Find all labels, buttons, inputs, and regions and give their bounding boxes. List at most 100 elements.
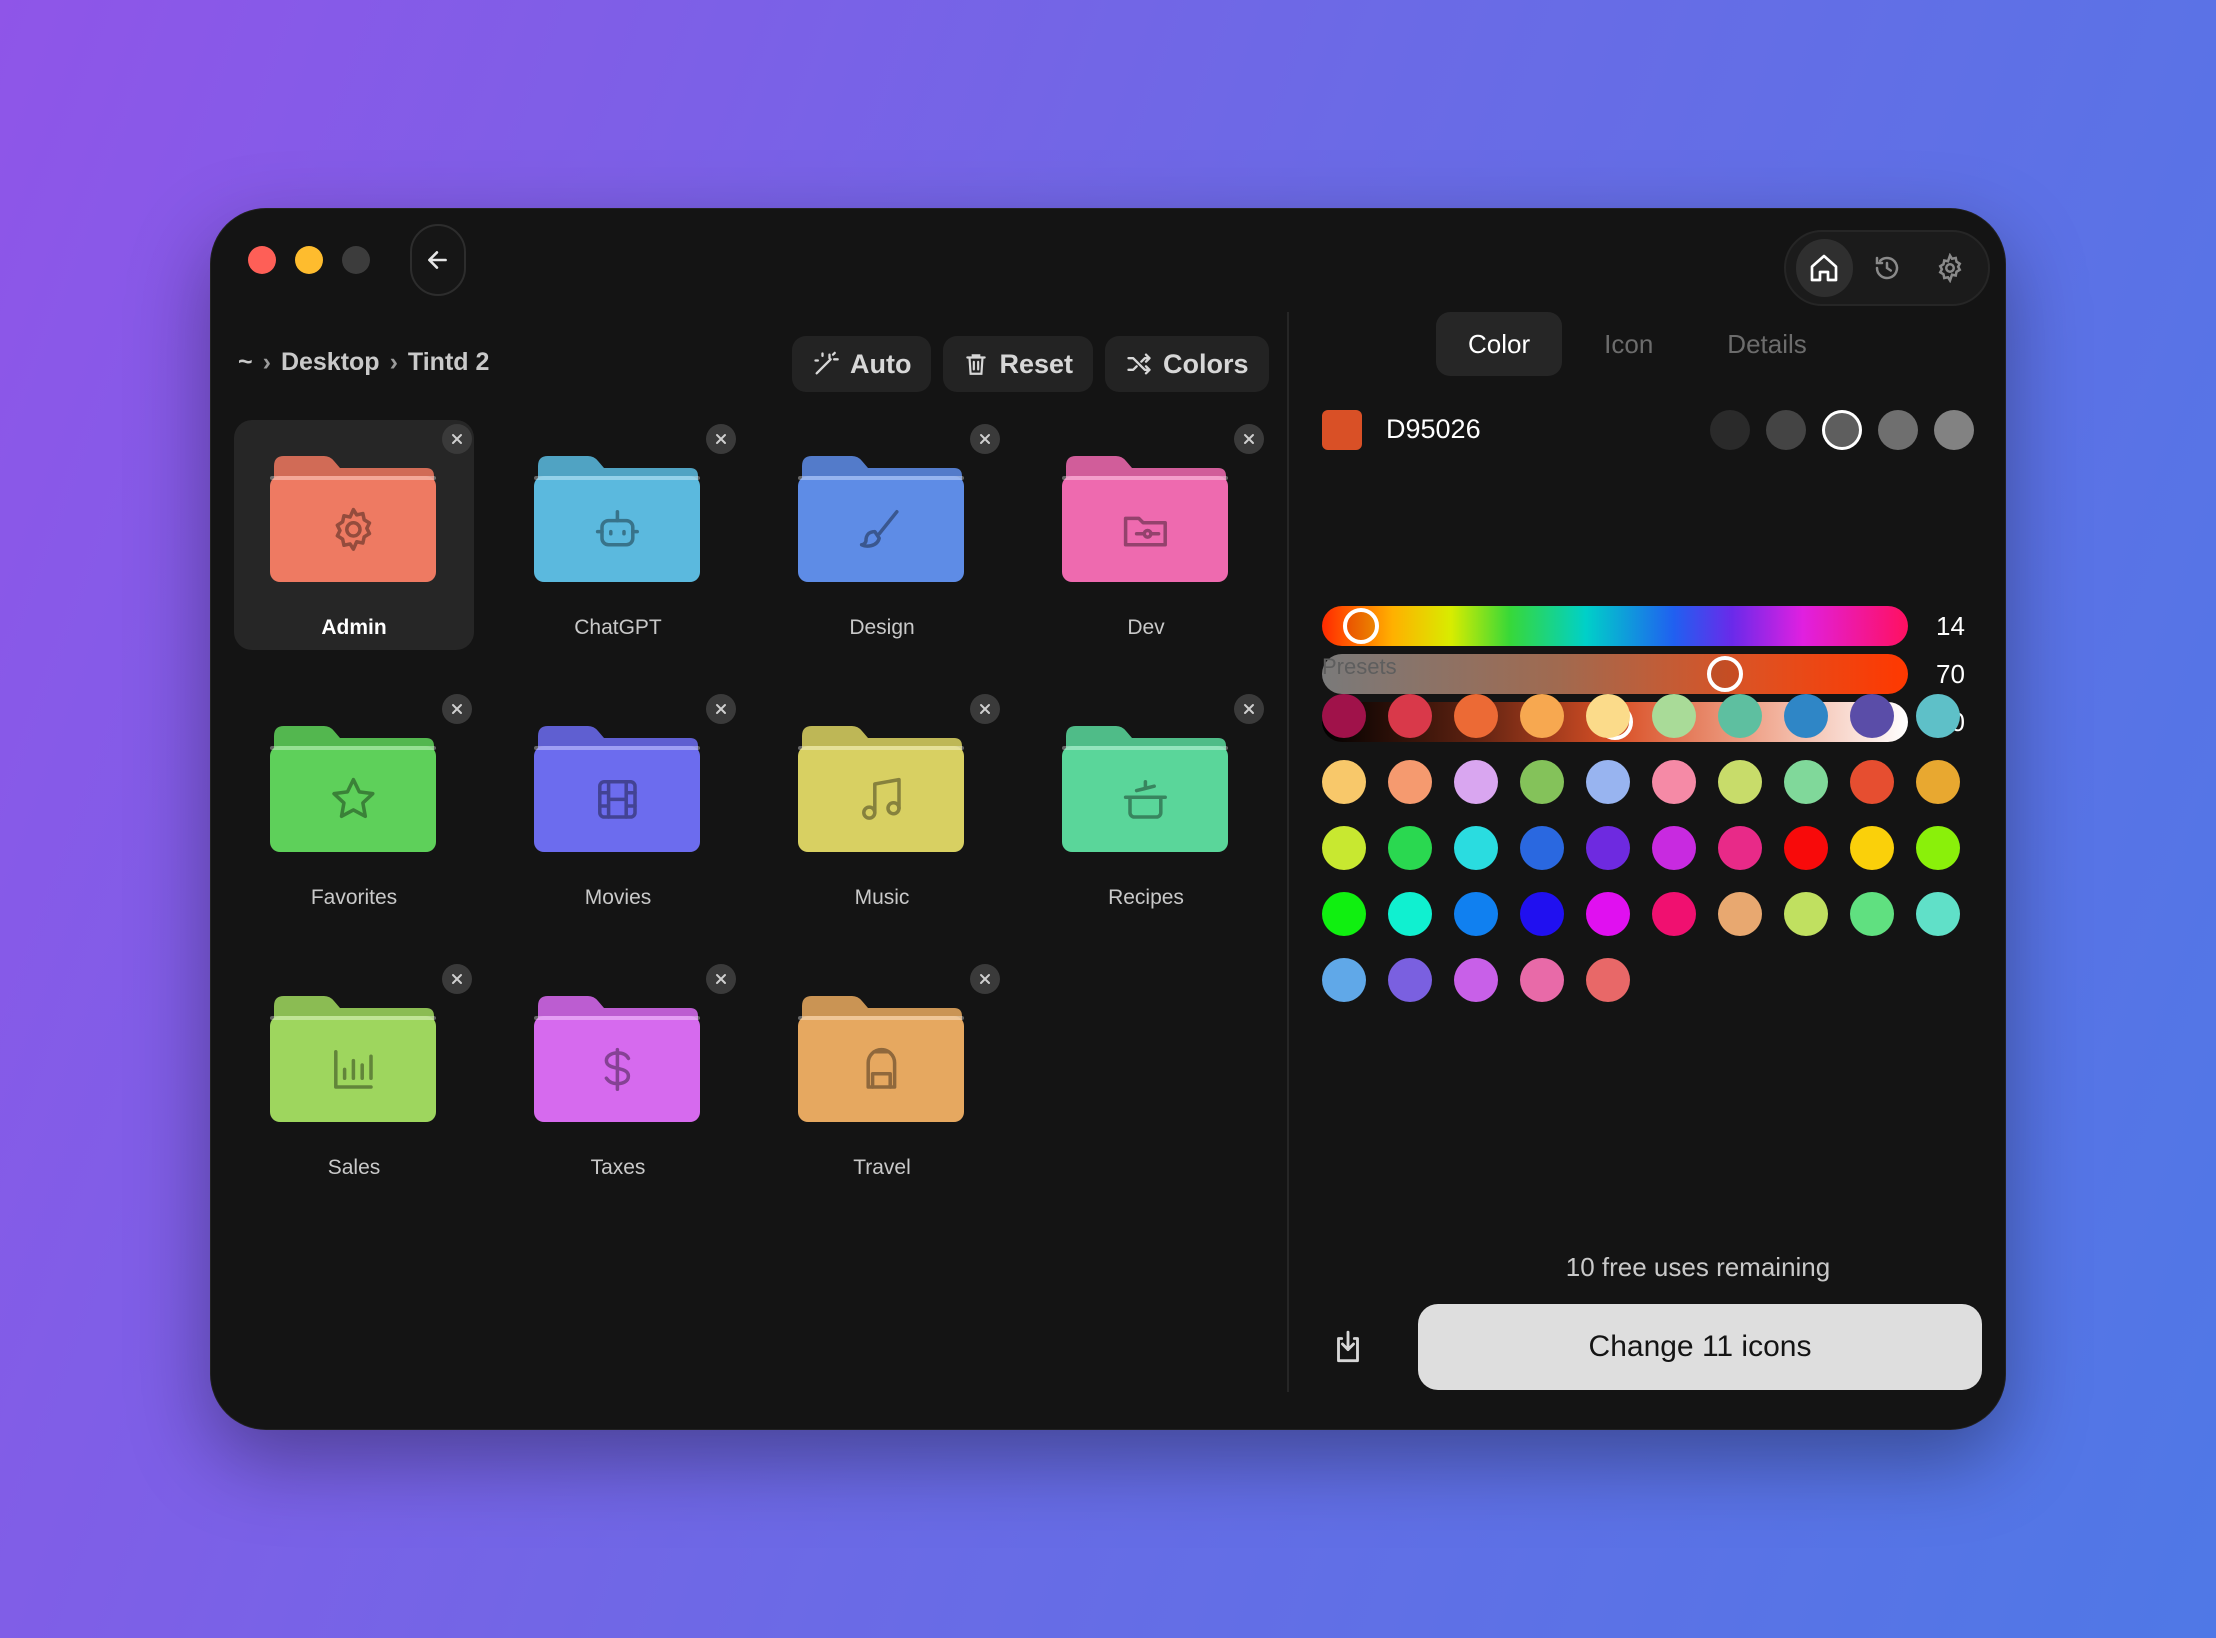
hue-slider-knob[interactable] [1343,608,1380,644]
remove-folder-button[interactable] [706,964,736,994]
preset-swatch[interactable] [1586,892,1630,936]
preset-swatch[interactable] [1388,826,1432,870]
settings-button[interactable] [1921,239,1978,297]
remove-folder-button[interactable] [442,424,472,454]
preset-swatch[interactable] [1586,694,1630,738]
preset-swatch[interactable] [1388,958,1432,1002]
preset-swatch[interactable] [1388,892,1432,936]
preset-swatch[interactable] [1718,892,1762,936]
preset-swatch[interactable] [1520,760,1564,804]
remove-folder-button[interactable] [1234,424,1264,454]
folder-tile-movies[interactable]: Movies [498,690,738,920]
preset-swatch[interactable] [1322,760,1366,804]
hue-slider[interactable] [1322,606,1908,646]
tone-swatch[interactable] [1822,410,1862,450]
remove-folder-button[interactable] [970,694,1000,724]
preset-swatch[interactable] [1520,892,1564,936]
preset-swatch[interactable] [1784,892,1828,936]
breadcrumb-home[interactable]: ~ [238,348,253,377]
folder-tile-travel[interactable]: Travel [762,960,1002,1190]
folder-tile-admin[interactable]: Admin [234,420,474,650]
preset-swatch[interactable] [1586,760,1630,804]
preset-swatch[interactable] [1454,694,1498,738]
preset-swatch[interactable] [1652,760,1696,804]
preset-swatch[interactable] [1784,760,1828,804]
minimize-window-button[interactable] [295,246,323,274]
breadcrumb-desktop[interactable]: Desktop [281,348,380,377]
folder-tile-sales[interactable]: Sales [234,960,474,1190]
preset-swatch[interactable] [1652,694,1696,738]
remove-folder-button[interactable] [706,694,736,724]
preset-swatch[interactable] [1718,694,1762,738]
colors-button[interactable]: Colors [1105,336,1269,392]
preset-swatch[interactable] [1784,694,1828,738]
preset-swatch[interactable] [1916,760,1960,804]
download-button[interactable] [1324,1324,1372,1372]
preset-swatch[interactable] [1454,958,1498,1002]
saturation-slider[interactable] [1322,654,1908,694]
folder-tile-dev[interactable]: Dev [1026,420,1266,650]
preset-swatch[interactable] [1388,760,1432,804]
remove-folder-button[interactable] [442,964,472,994]
preset-swatch[interactable] [1916,892,1960,936]
preset-swatch[interactable] [1322,826,1366,870]
preset-swatch[interactable] [1520,826,1564,870]
preset-swatch[interactable] [1850,892,1894,936]
preset-swatch[interactable] [1322,892,1366,936]
preset-swatch[interactable] [1652,826,1696,870]
preset-swatch[interactable] [1322,958,1366,1002]
preset-swatch[interactable] [1850,826,1894,870]
preset-swatch[interactable] [1850,694,1894,738]
preset-swatch[interactable] [1454,892,1498,936]
folder-tile-music[interactable]: Music [762,690,1002,920]
folder-tile-design[interactable]: Design [762,420,1002,650]
hex-value[interactable]: D95026 [1386,414,1481,445]
breadcrumb-current[interactable]: Tintd 2 [408,348,489,377]
tab-color[interactable]: Color [1436,312,1563,376]
remove-folder-button[interactable] [970,964,1000,994]
remove-folder-button[interactable] [442,694,472,724]
folder-tile-chatgpt[interactable]: ChatGPT [498,420,738,650]
preset-swatch[interactable] [1718,826,1762,870]
remove-folder-button[interactable] [970,424,1000,454]
tone-swatch[interactable] [1934,410,1974,450]
saturation-slider-knob[interactable] [1707,656,1743,692]
tone-swatch[interactable] [1710,410,1750,450]
preset-swatch[interactable] [1388,694,1432,738]
tab-icon[interactable]: Icon [1572,312,1685,376]
close-icon [980,974,990,984]
folder-tile-favorites[interactable]: Favorites [234,690,474,920]
zoom-window-button[interactable] [342,246,370,274]
preset-swatch[interactable] [1850,760,1894,804]
home-button[interactable] [1796,239,1853,297]
tone-swatch[interactable] [1878,410,1918,450]
folder-name: Travel [853,1156,911,1179]
close-icon [1244,704,1254,714]
preset-swatch[interactable] [1586,958,1630,1002]
current-color-swatch[interactable] [1322,410,1362,450]
back-button[interactable] [410,224,466,296]
folder-tile-taxes[interactable]: Taxes [498,960,738,1190]
auto-button[interactable]: Auto [792,336,932,392]
preset-swatch[interactable] [1718,760,1762,804]
tone-swatch[interactable] [1766,410,1806,450]
preset-swatch[interactable] [1454,826,1498,870]
tab-details[interactable]: Details [1695,312,1838,376]
folder-tile-recipes[interactable]: Recipes [1026,690,1266,920]
close-icon [716,974,726,984]
close-window-button[interactable] [248,246,276,274]
preset-swatch[interactable] [1454,760,1498,804]
preset-swatch[interactable] [1652,892,1696,936]
remove-folder-button[interactable] [706,424,736,454]
preset-swatch[interactable] [1520,958,1564,1002]
remove-folder-button[interactable] [1234,694,1264,724]
preset-swatch[interactable] [1916,826,1960,870]
preset-swatch[interactable] [1916,694,1960,738]
reset-button[interactable]: Reset [943,336,1094,392]
history-button[interactable] [1859,239,1916,297]
preset-swatch[interactable] [1784,826,1828,870]
preset-swatch[interactable] [1322,694,1366,738]
preset-swatch[interactable] [1586,826,1630,870]
change-icons-button[interactable]: Change 11 icons [1418,1304,1982,1390]
preset-swatch[interactable] [1520,694,1564,738]
